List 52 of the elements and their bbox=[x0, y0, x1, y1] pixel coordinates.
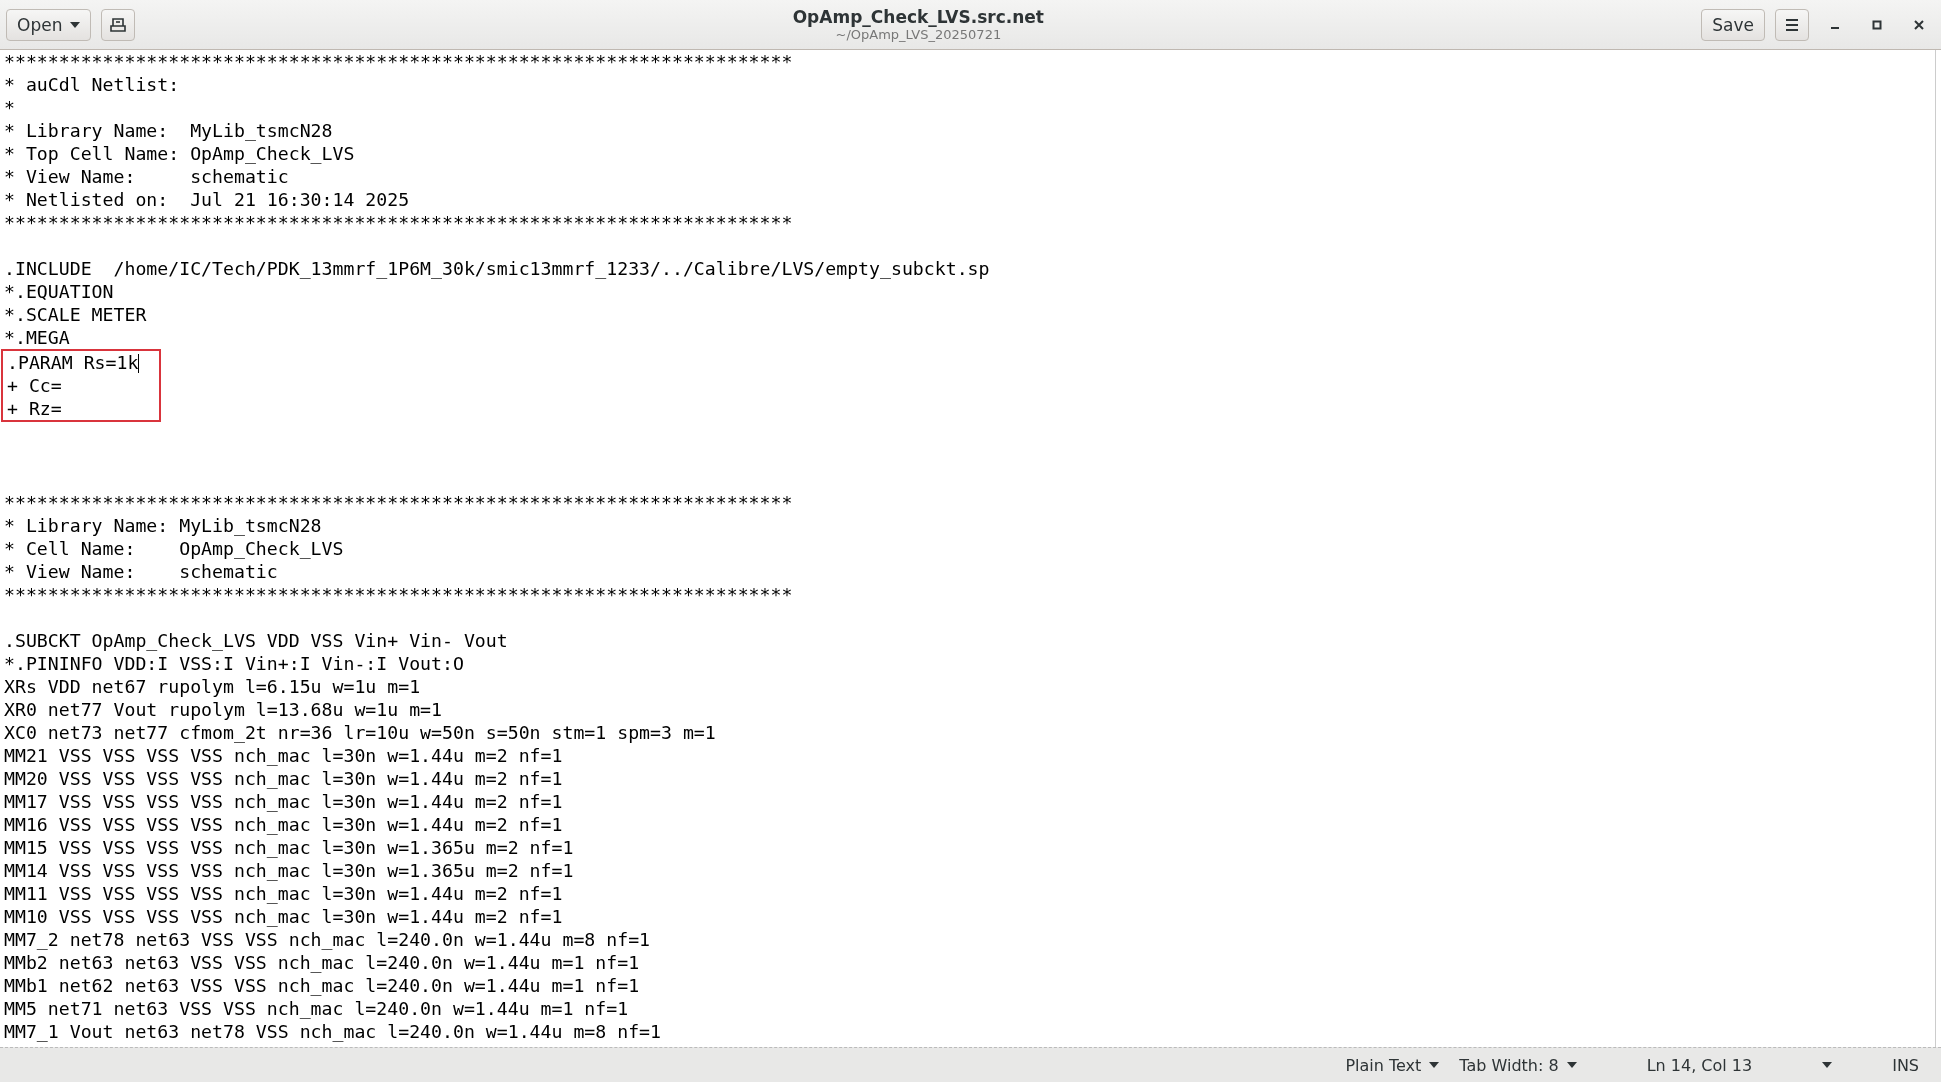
code-line: *.EQUATION bbox=[3, 281, 114, 302]
save-button[interactable]: Save bbox=[1701, 8, 1765, 41]
window-subtitle: ~/OpAmp_LVS_20250721 bbox=[835, 27, 1002, 42]
text-cursor bbox=[138, 354, 140, 374]
code-line: * Library Name: MyLib_tsmcN28 bbox=[3, 120, 333, 141]
code-line: *.PININFO VDD:I VSS:I Vin+:I Vin-:I Vout:O bbox=[3, 653, 464, 674]
code-line: ************************************************************************ bbox=[3, 212, 793, 233]
code-line: MM20 VSS VSS VSS VSS nch_mac l=30n w=1.44u m=2 nf=1 bbox=[3, 768, 563, 789]
code-line: .PARAM Rs=1k bbox=[6, 351, 140, 374]
code-line: MM21 VSS VSS VSS VSS nch_mac l=30n w=1.44u m=2 nf=1 bbox=[3, 745, 563, 766]
code-line: * auCdl Netlist: bbox=[3, 74, 180, 95]
insert-mode: INS bbox=[1891, 1055, 1920, 1075]
code-line: XR0 net77 Vout rupolym l=13.68u w=1u m=1 bbox=[3, 699, 442, 720]
menu-icon[interactable] bbox=[1775, 8, 1809, 41]
open-button[interactable]: Open bbox=[6, 8, 92, 41]
code-line: .INCLUDE /home/IC/Tech/PDK_13mmrf_1P6M_30k/smic13mmrf_1233/../Calibre/LVS/empty_subckt.sp bbox=[3, 258, 990, 279]
code-line: MM5 net71 net63 VSS VSS nch_mac l=240.0n w=1.44u m=1 nf=1 bbox=[3, 998, 629, 1019]
code-line: * bbox=[3, 97, 15, 118]
tab-width-selector[interactable]: Tab Width: 8 bbox=[1449, 1055, 1587, 1075]
language-selector[interactable]: Plain Text bbox=[1335, 1055, 1450, 1075]
code-line: * Library Name: MyLib_tsmcN28 bbox=[3, 515, 322, 536]
cursor-position: Ln 14, Col 13 bbox=[1645, 1055, 1754, 1075]
code-line: ************************************************************************ bbox=[3, 584, 793, 605]
code-line: * View Name: schematic bbox=[3, 166, 289, 187]
code-line: *.SCALE METER bbox=[3, 304, 147, 325]
code-line: ************************************************************************ bbox=[3, 51, 793, 72]
code-line: MM7_1 Vout net63 net78 VSS nch_mac l=240.0n w=1.44u m=8 nf=1 bbox=[3, 1021, 661, 1042]
code-line: MM14 VSS VSS VSS VSS nch_mac l=30n w=1.365u m=2 nf=1 bbox=[3, 860, 574, 881]
code-line: XRs VDD net67 rupolym l=6.15u w=1u m=1 bbox=[3, 676, 421, 697]
dropdown-caret-icon bbox=[1429, 1062, 1440, 1068]
code-line: * Top Cell Name: OpAmp_Check_LVS bbox=[3, 143, 355, 164]
code-line: MM10 VSS VSS VSS VSS nch_mac l=30n w=1.44u m=2 nf=1 bbox=[3, 906, 563, 927]
code-line: + Rz= bbox=[6, 398, 62, 419]
code-line: + Cc= bbox=[6, 375, 62, 396]
code-line: ************************************************************************ bbox=[3, 492, 793, 513]
dropdown-caret-icon bbox=[70, 21, 81, 28]
code-line: MM17 VSS VSS VSS VSS nch_mac l=30n w=1.44u m=2 nf=1 bbox=[3, 791, 563, 812]
code-line: * View Name: schematic bbox=[3, 561, 278, 582]
dropdown-caret-icon bbox=[1822, 1062, 1833, 1068]
code-line: MMb1 net62 net63 VSS VSS nch_mac l=240.0n w=1.44u m=1 nf=1 bbox=[3, 975, 640, 996]
code-line: * Netlisted on: Jul 21 16:30:14 2025 bbox=[3, 189, 410, 210]
dropdown-caret-icon bbox=[1566, 1062, 1577, 1068]
code-line: MM7_2 net78 net63 VSS VSS nch_mac l=240.0n w=1.44u m=8 nf=1 bbox=[3, 929, 651, 950]
code-line: .SUBCKT OpAmp_Check_LVS VDD VSS Vin+ Vin- Vout bbox=[3, 630, 508, 651]
code-line: * Cell Name: OpAmp_Check_LVS bbox=[3, 538, 344, 559]
code-line: *.MEGA bbox=[3, 327, 70, 348]
code-line: MM16 VSS VSS VSS VSS nch_mac l=30n w=1.44u m=2 nf=1 bbox=[3, 814, 563, 835]
code-line: MM15 VSS VSS VSS VSS nch_mac l=30n w=1.365u m=2 nf=1 bbox=[3, 837, 574, 858]
code-line: MMb2 net63 net63 VSS VSS nch_mac l=240.0n w=1.44u m=1 nf=1 bbox=[3, 952, 640, 973]
window-title: OpAmp_Check_LVS.src.net bbox=[792, 7, 1044, 27]
code-line: MM11 VSS VSS VSS VSS nch_mac l=30n w=1.44u m=2 nf=1 bbox=[3, 883, 563, 904]
code-line: XC0 net73 net77 cfmom_2t nr=36 lr=10u w=50n s=50n stm=1 spm=3 m=1 bbox=[3, 722, 716, 743]
